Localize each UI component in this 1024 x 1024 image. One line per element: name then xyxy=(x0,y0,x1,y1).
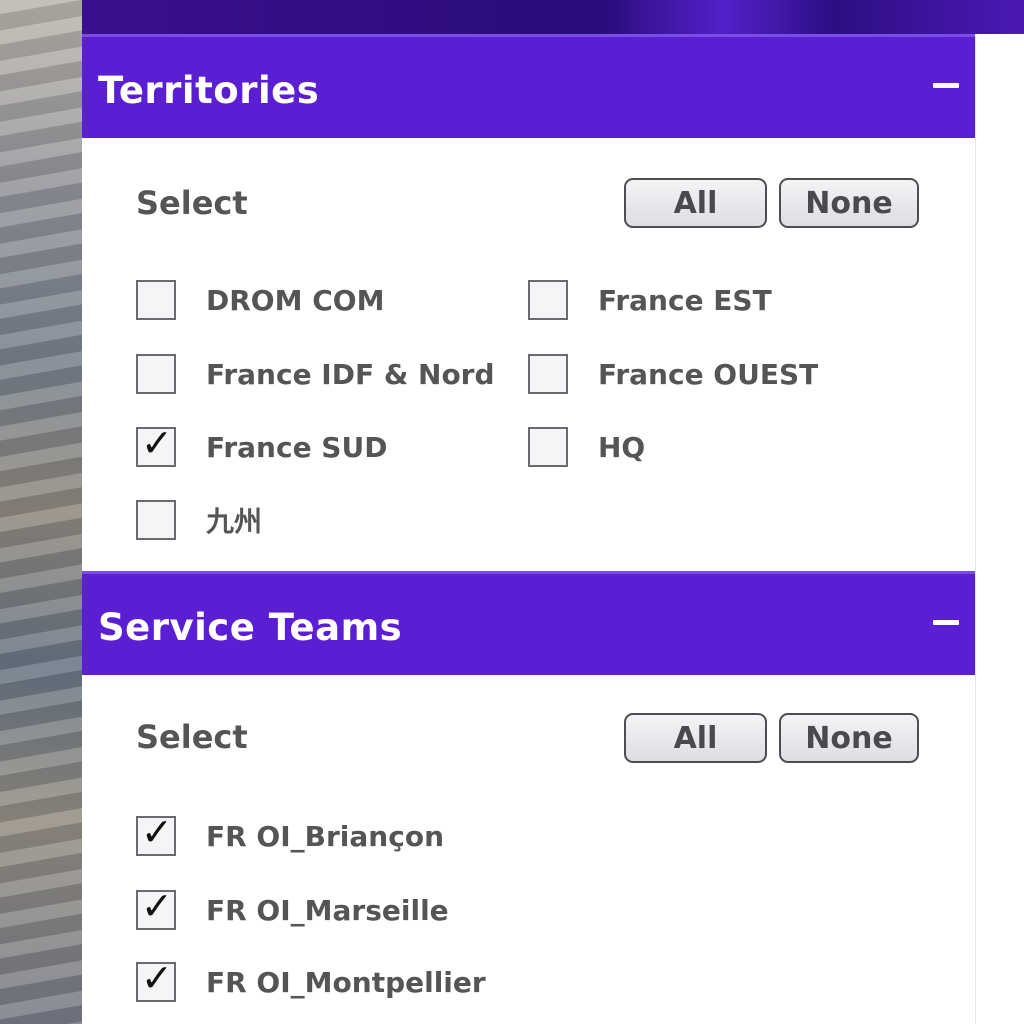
team-item-montpellier[interactable]: ✓ FR OI_Montpellier xyxy=(136,956,486,1004)
minus-icon[interactable] xyxy=(933,83,959,88)
territory-label: France OUEST xyxy=(598,357,819,391)
service-teams-none-button[interactable]: None xyxy=(779,713,919,763)
territories-all-button[interactable]: All xyxy=(624,178,767,228)
territory-item-france-est[interactable]: France EST xyxy=(528,278,772,322)
team-item-marseille[interactable]: ✓ FR OI_Marseille xyxy=(136,884,449,932)
territories-select-label: Select xyxy=(136,184,248,222)
map-area-edge xyxy=(975,36,1024,1024)
team-label: FR OI_Montpellier xyxy=(206,965,486,999)
territory-label: DROM COM xyxy=(206,283,385,317)
checkbox-checked[interactable]: ✓ xyxy=(136,884,176,930)
team-label: FR OI_Briançon xyxy=(206,819,444,853)
service-teams-all-button[interactable]: All xyxy=(624,713,767,763)
territory-item-france-sud[interactable]: ✓ France SUD xyxy=(136,421,388,469)
checkbox-checked[interactable]: ✓ xyxy=(136,956,176,1002)
minus-icon[interactable] xyxy=(933,620,959,625)
checkmark-icon: ✓ xyxy=(141,810,173,854)
checkbox[interactable] xyxy=(136,280,176,320)
territory-label: France SUD xyxy=(206,430,388,464)
territory-label: France IDF & Nord xyxy=(206,357,495,391)
territory-item-hq[interactable]: HQ xyxy=(528,425,645,469)
service-teams-title: Service Teams xyxy=(98,606,403,649)
checkbox[interactable] xyxy=(528,280,568,320)
territories-title: Territories xyxy=(98,69,320,112)
territory-item-france-ouest[interactable]: France OUEST xyxy=(528,352,818,396)
top-banner xyxy=(82,0,1024,34)
territory-label: HQ xyxy=(598,430,646,464)
territories-header[interactable]: Territories xyxy=(82,34,975,138)
filter-panel: Territories Select All None DROM COM Fra… xyxy=(82,34,975,1024)
territory-label: France EST xyxy=(598,283,772,317)
checkmark-icon: ✓ xyxy=(141,884,173,928)
checkbox[interactable] xyxy=(528,427,568,467)
service-teams-select-label: Select xyxy=(136,718,248,756)
territory-label: 九州 xyxy=(206,505,263,538)
map-background xyxy=(0,0,82,1024)
territory-item-drom-com[interactable]: DROM COM xyxy=(136,278,384,322)
checkbox[interactable] xyxy=(528,354,568,394)
territory-item-france-idf-nord[interactable]: France IDF & Nord xyxy=(136,352,495,396)
team-item-briancon[interactable]: ✓ FR OI_Briançon xyxy=(136,810,444,858)
checkbox[interactable] xyxy=(136,500,176,540)
service-teams-header[interactable]: Service Teams xyxy=(82,571,975,675)
territories-none-button[interactable]: None xyxy=(779,178,919,228)
team-label: FR OI_Marseille xyxy=(206,893,449,927)
checkmark-icon: ✓ xyxy=(141,956,173,1000)
checkbox[interactable] xyxy=(136,354,176,394)
checkbox-checked[interactable]: ✓ xyxy=(136,810,176,856)
territory-item-kyushu[interactable]: 九州 xyxy=(136,498,262,542)
checkmark-icon: ✓ xyxy=(141,421,173,465)
checkbox-checked[interactable]: ✓ xyxy=(136,421,176,467)
